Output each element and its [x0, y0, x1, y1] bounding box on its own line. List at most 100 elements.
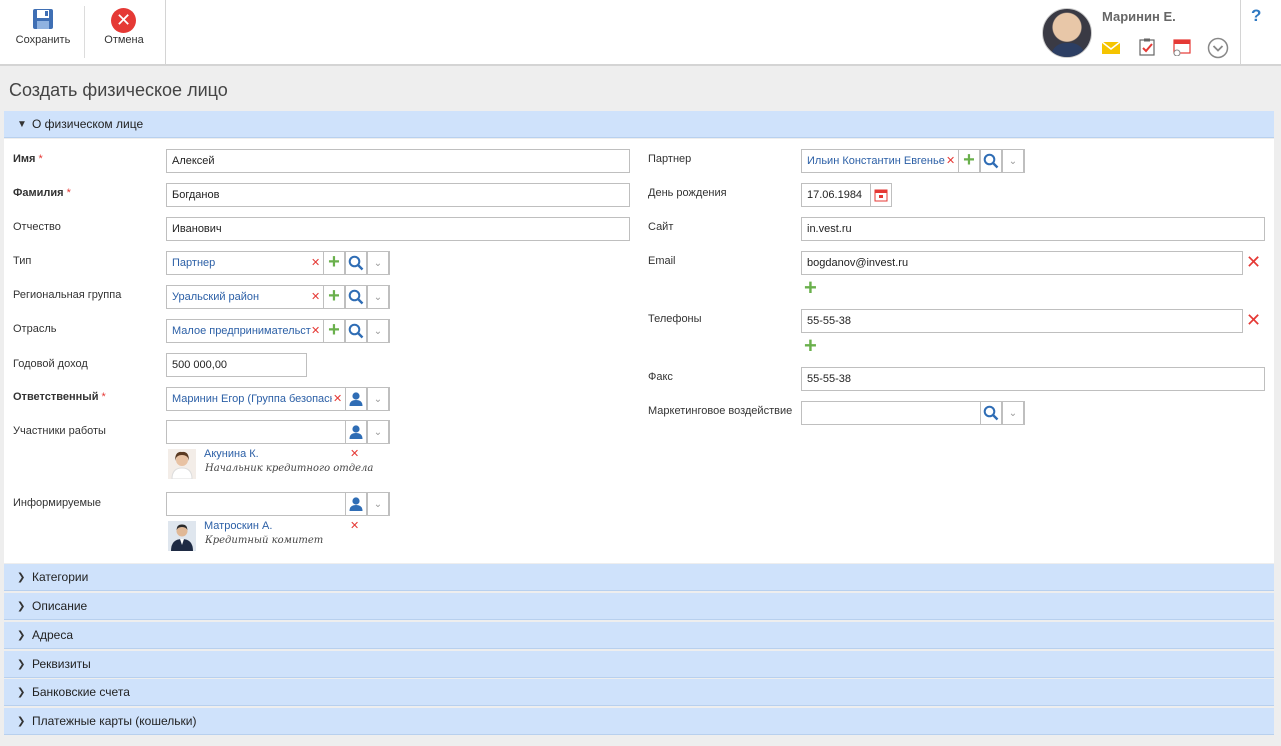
responsible-label: Ответственный * [13, 391, 106, 403]
partner-lookup[interactable]: Ильин Константин Евгеньевич ✕ + ⌄ [801, 149, 1025, 173]
mail-icon[interactable] [1101, 38, 1121, 56]
chevron-right-icon: ❯ [17, 572, 26, 583]
clear-icon[interactable]: ✕ [311, 252, 320, 274]
responsible-value[interactable]: Маринин Егор (Группа безопасности) [172, 388, 332, 410]
phone-input[interactable]: 55-55-38 [801, 309, 1243, 333]
participants-lookup[interactable]: ⌄ [166, 420, 390, 444]
industry-value[interactable]: Малое предпринимательство [172, 320, 311, 342]
chevron-down-icon[interactable] [1207, 37, 1229, 59]
clear-icon[interactable]: ✕ [311, 320, 320, 342]
chevron-right-icon: ❯ [17, 716, 26, 727]
last-name-input[interactable]: Богданов [166, 183, 630, 207]
search-button[interactable] [345, 319, 367, 343]
delete-phone-icon[interactable]: ✕ [1246, 310, 1261, 331]
dropdown-button[interactable]: ⌄ [1002, 401, 1024, 425]
type-value[interactable]: Партнер [172, 252, 312, 274]
phones-label: Телефоны [648, 313, 702, 325]
birthday-input[interactable]: 17.06.1984 [801, 183, 871, 207]
add-button[interactable]: + [958, 149, 980, 173]
region-label: Региональная группа [13, 289, 122, 301]
informed-name[interactable]: Матроскин А. [204, 520, 272, 532]
delete-email-icon[interactable]: ✕ [1246, 252, 1261, 273]
help-icon[interactable]: ? [1251, 6, 1261, 26]
remove-informed-icon[interactable]: ✕ [350, 519, 359, 532]
search-icon [348, 323, 364, 339]
type-label: Тип [13, 255, 32, 267]
dropdown-button[interactable]: ⌄ [367, 387, 389, 411]
search-button[interactable] [980, 149, 1002, 173]
marketing-lookup[interactable]: ⌄ [801, 401, 1025, 425]
fax-input[interactable]: 55-55-38 [801, 367, 1265, 391]
industry-lookup[interactable]: Малое предпринимательство ✕ + ⌄ [166, 319, 390, 343]
email-input[interactable]: bogdanov@invest.ru [801, 251, 1243, 275]
participant-role: Начальник кредитного отдела [205, 463, 374, 474]
region-lookup[interactable]: Уральский район ✕ + ⌄ [166, 285, 390, 309]
select-user-button[interactable] [345, 387, 367, 411]
first-name-input[interactable]: Алексей [166, 149, 630, 173]
section-header-description[interactable]: ❯ Описание [4, 593, 1274, 620]
middle-name-input[interactable]: Иванович [166, 217, 630, 241]
toolbar-divider [165, 0, 166, 64]
chevron-down-icon: ▼ [17, 119, 27, 130]
search-icon [983, 405, 999, 421]
informed-avatar [168, 521, 196, 551]
clear-icon[interactable]: ✕ [311, 286, 320, 308]
save-button[interactable]: Сохранить [8, 0, 78, 64]
informed-lookup[interactable]: ⌄ [166, 492, 390, 516]
participants-label: Участники работы [13, 425, 106, 437]
search-button[interactable] [345, 285, 367, 309]
chevron-right-icon: ❯ [17, 659, 26, 670]
industry-label: Отрасль [13, 323, 57, 335]
section-header-requisites[interactable]: ❯ Реквизиты [4, 651, 1274, 678]
section-header-bank-accounts[interactable]: ❯ Банковские счета [4, 679, 1274, 706]
chevron-down-icon: ⌄ [373, 394, 383, 405]
chevron-down-icon: ⌄ [373, 292, 383, 303]
section-header-addresses[interactable]: ❯ Адреса [4, 622, 1274, 649]
cancel-button[interactable]: ✕ Отмена [96, 0, 152, 64]
user-avatar[interactable] [1042, 8, 1092, 58]
section-header-main[interactable]: ▼ О физическом лице [4, 111, 1274, 138]
responsible-lookup[interactable]: Маринин Егор (Группа безопасности) ✕ ⌄ [166, 387, 390, 411]
participant-name[interactable]: Акунина К. [204, 448, 259, 460]
add-email-icon[interactable]: + [804, 275, 817, 301]
type-lookup[interactable]: Партнер ✕ + ⌄ [166, 251, 390, 275]
site-input[interactable]: in.vest.ru [801, 217, 1265, 241]
dropdown-button[interactable]: ⌄ [367, 420, 389, 444]
search-button[interactable] [980, 401, 1002, 425]
region-value[interactable]: Уральский район [172, 286, 312, 308]
date-picker-button[interactable] [870, 183, 892, 207]
middle-name-label: Отчество [13, 221, 61, 233]
toolbar-divider [1240, 0, 1241, 64]
add-phone-icon[interactable]: + [804, 333, 817, 359]
chevron-down-icon: ⌄ [1008, 408, 1018, 419]
dropdown-button[interactable]: ⌄ [1002, 149, 1024, 173]
user-icon [349, 497, 363, 511]
select-user-button[interactable] [345, 420, 367, 444]
informed-role: Кредитный комитет [205, 535, 324, 546]
remove-participant-icon[interactable]: ✕ [350, 447, 359, 460]
section-header-categories[interactable]: ❯ Категории [4, 564, 1274, 591]
dropdown-button[interactable]: ⌄ [367, 319, 389, 343]
tasks-icon[interactable] [1137, 38, 1157, 56]
add-button[interactable]: + [323, 251, 345, 275]
dropdown-button[interactable]: ⌄ [367, 285, 389, 309]
clear-icon[interactable]: ✕ [946, 150, 955, 172]
partner-value[interactable]: Ильин Константин Евгеньевич [807, 150, 945, 172]
dropdown-button[interactable]: ⌄ [367, 251, 389, 275]
add-button[interactable]: + [323, 319, 345, 343]
section-title: Категории [32, 570, 89, 584]
calendar-icon[interactable] [1172, 38, 1192, 56]
fax-label: Факс [648, 371, 673, 383]
dropdown-button[interactable]: ⌄ [367, 492, 389, 516]
income-input[interactable]: 500 000,00 [166, 353, 307, 377]
section-header-payment-cards[interactable]: ❯ Платежные карты (кошельки) [4, 708, 1274, 735]
chevron-down-icon: ⌄ [373, 258, 383, 269]
add-button[interactable]: + [323, 285, 345, 309]
select-user-button[interactable] [345, 492, 367, 516]
search-icon [348, 255, 364, 271]
search-button[interactable] [345, 251, 367, 275]
section-title: О физическом лице [32, 117, 144, 131]
clear-icon[interactable]: ✕ [333, 388, 342, 410]
user-name[interactable]: Маринин Е. [1102, 9, 1176, 24]
save-icon [33, 9, 53, 29]
